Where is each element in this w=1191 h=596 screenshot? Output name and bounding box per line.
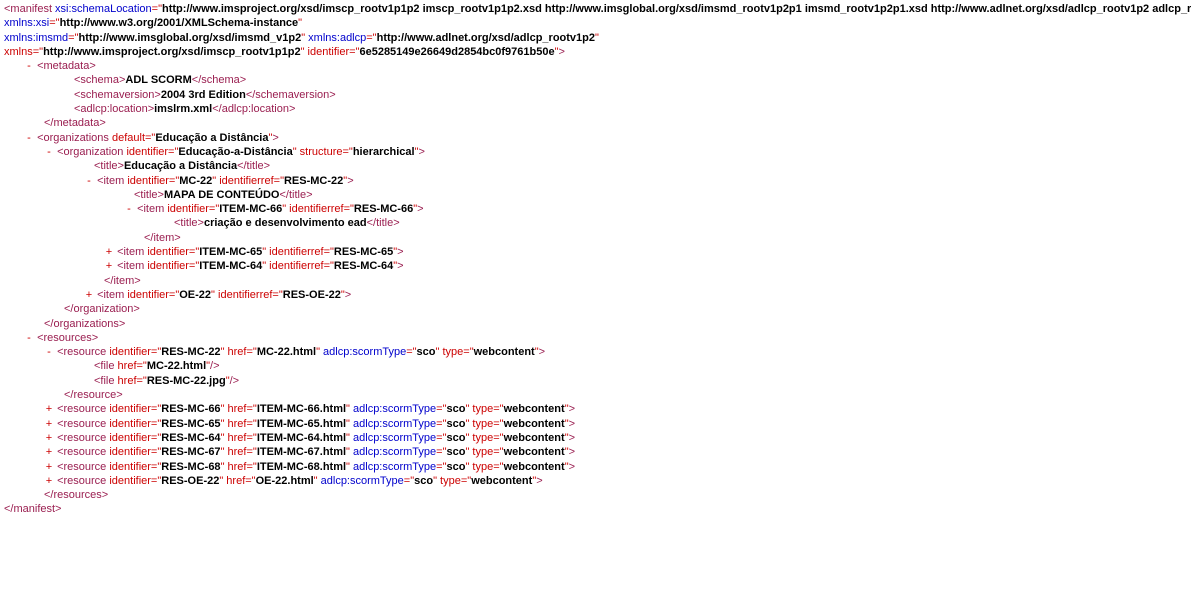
expand-icon[interactable]: + (44, 474, 54, 488)
schemaversion: <schemaversion>2004 3rd Edition</schemav… (4, 88, 1187, 102)
collapse-icon[interactable]: - (124, 202, 134, 216)
expand-icon[interactable]: + (44, 431, 54, 445)
metadata-close: </metadata> (4, 116, 1187, 130)
collapse-icon[interactable]: - (24, 331, 34, 345)
collapse-icon[interactable]: - (44, 145, 54, 159)
org-title: <title>Educação a Distância</title> (4, 159, 1187, 173)
manifest-open-3: xmlns:imsmd="http://www.imsglobal.org/xs… (4, 31, 1187, 45)
manifest-open-4: xmlns="http://www.imsproject.org/xsd/ims… (4, 45, 1187, 59)
organization-close: </organization> (4, 302, 1187, 316)
resource-collapsed[interactable]: + <resource identifier="RES-MC-68" href=… (4, 460, 1187, 474)
schema: <schema>ADL SCORM</schema> (4, 73, 1187, 87)
organizations-close: </organizations> (4, 317, 1187, 331)
resource-collapsed[interactable]: + <resource identifier="RES-MC-66" href=… (4, 402, 1187, 416)
expand-icon[interactable]: + (104, 259, 114, 273)
resource-collapsed[interactable]: + <resource identifier="RES-MC-65" href=… (4, 417, 1187, 431)
expand-icon[interactable]: + (44, 460, 54, 474)
collapse-icon[interactable]: - (24, 59, 34, 73)
manifest-open: <manifest xsi:schemaLocation="http://www… (4, 2, 1187, 16)
resource-collapsed[interactable]: + <resource identifier="RES-MC-67" href=… (4, 445, 1187, 459)
collapse-icon[interactable]: - (44, 345, 54, 359)
expand-icon[interactable]: + (104, 245, 114, 259)
resource-collapsed[interactable]: + <resource identifier="RES-OE-22" href=… (4, 474, 1187, 488)
xml-document: <manifest xsi:schemaLocation="http://www… (4, 2, 1187, 517)
item-mc22-title: <title>MAPA DE CONTEÚDO</title> (4, 188, 1187, 202)
resource-mc22-close: </resource> (4, 388, 1187, 402)
item-oe22[interactable]: + <item identifier="OE-22" identifierref… (4, 288, 1187, 302)
manifest-open-2: xmlns:xsi="http://www.w3.org/2001/XMLSch… (4, 16, 1187, 30)
collapse-icon[interactable]: - (84, 174, 94, 188)
expand-icon[interactable]: + (44, 402, 54, 416)
resources-open[interactable]: - <resources> (4, 331, 1187, 345)
collapse-icon[interactable]: - (24, 131, 34, 145)
file-2: <file href="RES-MC-22.jpg"/> (4, 374, 1187, 388)
expand-icon[interactable]: + (44, 445, 54, 459)
resource-mc22[interactable]: - <resource identifier="RES-MC-22" href=… (4, 345, 1187, 359)
item-collapsed[interactable]: + <item identifier="ITEM-MC-64" identifi… (4, 259, 1187, 273)
manifest-close: </manifest> (4, 502, 1187, 516)
item-mc22-close: </item> (4, 274, 1187, 288)
item-mc66-title: <title>criação e desenvolvimento ead</ti… (4, 216, 1187, 230)
expand-icon[interactable]: + (44, 417, 54, 431)
expand-icon[interactable]: + (84, 288, 94, 302)
item-mc66-close: </item> (4, 231, 1187, 245)
item-mc22[interactable]: - <item identifier="MC-22" identifierref… (4, 174, 1187, 188)
resource-collapsed[interactable]: + <resource identifier="RES-MC-64" href=… (4, 431, 1187, 445)
resources-close: </resources> (4, 488, 1187, 502)
metadata-open[interactable]: - <metadata> (4, 59, 1187, 73)
item-collapsed[interactable]: + <item identifier="ITEM-MC-65" identifi… (4, 245, 1187, 259)
item-mc66[interactable]: - <item identifier="ITEM-MC-66" identifi… (4, 202, 1187, 216)
adlcp-location: <adlcp:location>imslrm.xml</adlcp:locati… (4, 102, 1187, 116)
organization-open[interactable]: - <organization identifier="Educação-a-D… (4, 145, 1187, 159)
file-1: <file href="MC-22.html"/> (4, 359, 1187, 373)
organizations-open[interactable]: - <organizations default="Educação a Dis… (4, 131, 1187, 145)
